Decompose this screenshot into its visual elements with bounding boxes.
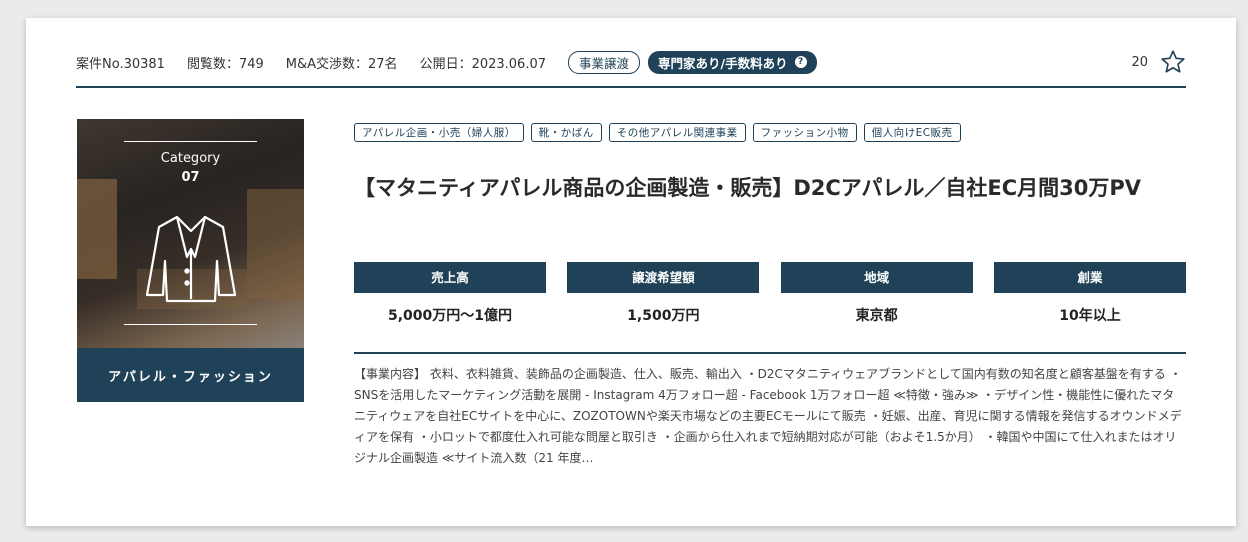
stat-value: 1,500万円 <box>627 308 700 324</box>
stat-founded: 創業 10年以上 <box>993 262 1186 325</box>
industry-tag[interactable]: アパレル企画・小売（婦人服） <box>354 123 524 142</box>
transfer-type-badge: 事業譲渡 <box>568 50 641 74</box>
listing-meta-row: 案件No.30381 閲覧数：749 M&A交渉数：27名 公開日：2023.0… <box>76 44 1186 80</box>
stat-value: 東京都 <box>855 308 898 324</box>
industry-tag[interactable]: 個人向けEC販売 <box>863 123 961 142</box>
help-icon[interactable]: ? <box>794 56 807 68</box>
header-divider <box>76 86 1186 88</box>
stat-region: 地域 東京都 <box>780 262 973 325</box>
category-caption: アパレル・ファッション <box>77 348 304 402</box>
published-date: 公開日：2023.06.07 <box>419 56 546 72</box>
expert-fee-label: 専門家あり/手数料あり <box>658 55 788 71</box>
category-thumbnail[interactable]: Category 07 アパレル・ファッション <box>77 119 304 402</box>
stat-revenue: 売上高 5,000万円〜1億円 <box>354 262 546 325</box>
star-icon[interactable] <box>1160 49 1186 75</box>
expert-fee-badge[interactable]: 専門家あり/手数料あり ? <box>648 50 817 74</box>
stats-grid: 売上高 5,000万円〜1億円 譲渡希望額 1,500万円 地域 東京都 創業 … <box>354 262 1186 325</box>
stat-label: 売上高 <box>354 262 546 293</box>
section-divider <box>354 352 1186 354</box>
stat-label: 創業 <box>993 262 1186 293</box>
industry-tags: アパレル企画・小売（婦人服） 靴・かばん その他アパレル関連事業 ファッション小… <box>354 123 968 142</box>
category-label: Category <box>160 151 221 166</box>
business-description: 【事業内容】 衣料、衣料雑貨、装飾品の企画製造、仕入、販売、輸出入 ・D2Cマタ… <box>354 367 1182 465</box>
category-image: Category 07 <box>77 119 304 348</box>
favorite-area: 20 <box>1131 49 1186 75</box>
industry-tag[interactable]: その他アパレル関連事業 <box>608 123 746 142</box>
stat-value: 5,000万円〜1億円 <box>387 308 513 324</box>
listing-title[interactable]: 【マタニティアパレル商品の企画製造・販売】D2Cアパレル／自社EC月間30万PV <box>354 170 1184 206</box>
case-number: 案件No.30381 <box>76 56 165 72</box>
industry-tag[interactable]: ファッション小物 <box>752 123 857 142</box>
favorite-count: 20 <box>1131 54 1148 70</box>
stat-label: 地域 <box>780 262 973 293</box>
stat-asking-price: 譲渡希望額 1,500万円 <box>567 262 760 325</box>
category-number: 07 <box>181 170 200 185</box>
stat-label: 譲渡希望額 <box>567 262 760 293</box>
view-count: 閲覧数：749 <box>186 56 264 72</box>
industry-tag[interactable]: 靴・かばん <box>530 123 602 142</box>
stat-value: 10年以上 <box>1059 308 1121 324</box>
jacket-icon <box>145 215 237 303</box>
negotiation-count: M&A交渉数：27名 <box>285 56 398 72</box>
